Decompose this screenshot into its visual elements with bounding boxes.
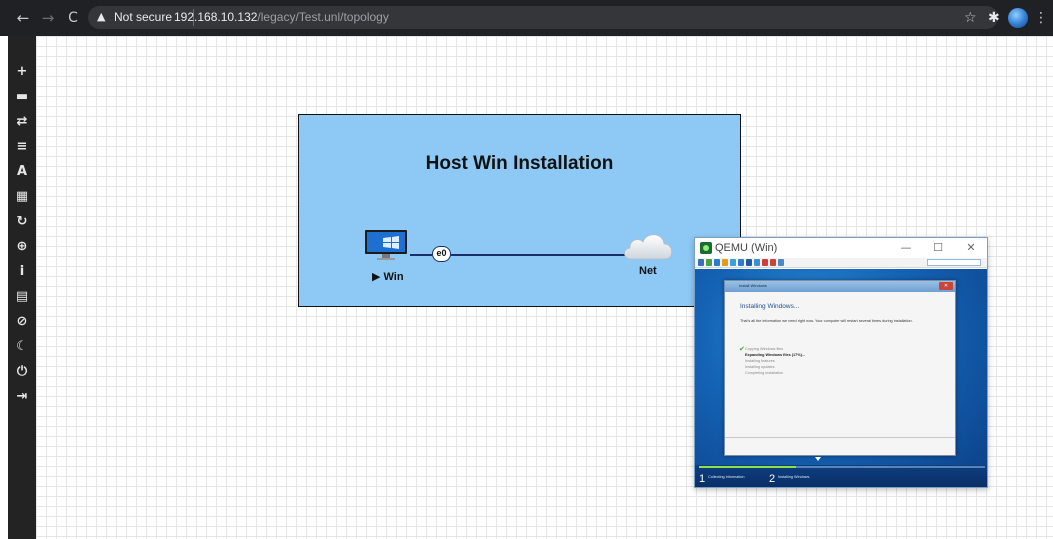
toolbar-icon[interactable] <box>762 259 768 266</box>
phase-number: 2 <box>769 473 776 485</box>
interface-label: e0 <box>432 246 451 262</box>
minimize-icon[interactable]: — <box>898 240 914 256</box>
close-icon[interactable]: ✕ <box>963 240 979 256</box>
reload-icon[interactable]: C <box>64 8 82 28</box>
guest-screen[interactable]: Install Windows ✕ Installing Windows... … <box>695 269 987 487</box>
topology-title: Host Win Installation <box>425 153 614 174</box>
toolbar-icon[interactable] <box>738 259 744 266</box>
lock-icon[interactable]: ⊘ <box>8 312 36 332</box>
toolbar-icon[interactable] <box>722 259 728 266</box>
page-content: + ▬ ⇄ ≡ A ▦ ↻ ⊕ i ▤ ⊘ ☾ ⏻ ⇥ Host Win Ins… <box>0 36 1053 539</box>
zoom-icon[interactable]: ⊕ <box>8 237 36 257</box>
refresh-icon[interactable]: ↻ <box>8 212 36 232</box>
link-line[interactable] <box>451 254 625 256</box>
toolbar-icon[interactable] <box>746 259 752 266</box>
topology-text-box[interactable]: Host Win Installation <box>298 114 741 307</box>
url-text[interactable]: 192.168.10.132/legacy/Test.unl/topology <box>174 10 389 25</box>
setup-step: Completing installation <box>745 371 784 375</box>
add-object-icon[interactable]: + <box>8 62 36 82</box>
windows-monitor-icon[interactable] <box>363 229 409 261</box>
toolbar-icon[interactable] <box>730 259 736 266</box>
setup-phase-bar: 1 Collecting information 2 Installing Wi… <box>695 465 987 487</box>
notes-icon[interactable]: ▤ <box>8 287 36 307</box>
url-host: 192.168.10.132 <box>174 10 258 24</box>
url-path: /legacy/Test.unl/topology <box>257 10 389 24</box>
maximize-icon[interactable]: ☐ <box>930 240 946 256</box>
phase-progress-fill <box>699 466 797 468</box>
node-label-win[interactable]: ▶ Win <box>372 270 404 283</box>
qemu-titlebar[interactable]: QEMU (Win) — ☐ ✕ <box>695 238 987 258</box>
qemu-app-icon <box>700 242 712 254</box>
phase-progress-bar <box>699 466 985 468</box>
setup-titlebar: Install Windows ✕ <box>725 281 955 292</box>
tool-sidebar: + ▬ ⇄ ≡ A ▦ ↻ ⊕ i ▤ ⊘ ☾ ⏻ ⇥ <box>8 36 36 539</box>
toolbar-icon[interactable] <box>706 259 712 266</box>
phase-label: Installing Windows <box>778 475 810 479</box>
star-icon[interactable]: ☆ <box>964 8 980 28</box>
setup-window-title: Install Windows <box>739 283 767 288</box>
kebab-menu-icon[interactable]: ⋮ <box>1034 8 1048 28</box>
security-indicator[interactable]: Not secure <box>114 10 172 25</box>
setup-step: Copying Windows files <box>745 347 784 351</box>
nodes-icon[interactable]: ▬ <box>8 87 36 107</box>
cloud-network-icon[interactable] <box>621 229 675 263</box>
networks-icon[interactable]: ⇄ <box>8 112 36 132</box>
setup-heading: Installing Windows... <box>740 303 800 310</box>
toolbar-icon[interactable] <box>698 259 704 266</box>
qemu-console-window[interactable]: QEMU (Win) — ☐ ✕ Install Windows ✕ Insta… <box>694 237 988 488</box>
toolbar-icon[interactable] <box>754 259 760 266</box>
close-icon[interactable]: ✕ <box>939 282 953 290</box>
grid-icon[interactable]: ▦ <box>8 187 36 207</box>
phase-label: Collecting information <box>708 475 745 479</box>
toolbar-icon[interactable] <box>770 259 776 266</box>
network-label[interactable]: Net <box>639 265 657 277</box>
startup-configs-icon[interactable]: ≡ <box>8 137 36 157</box>
setup-step: Installing updates <box>745 365 775 369</box>
forward-arrow-icon[interactable]: → <box>39 8 57 28</box>
dark-mode-icon[interactable]: ☾ <box>8 337 36 357</box>
logout-icon[interactable]: ⇥ <box>8 387 36 407</box>
phase-number: 1 <box>699 473 706 485</box>
qemu-window-title: QEMU (Win) <box>715 242 778 254</box>
toolbar-icon[interactable] <box>778 259 784 266</box>
qemu-toolbar-field[interactable] <box>927 259 981 266</box>
qemu-toolbar <box>695 258 987 268</box>
browser-toolbar: ← → C ▲ Not secure 192.168.10.132/legacy… <box>0 0 1053 36</box>
divider <box>725 437 955 438</box>
back-arrow-icon[interactable]: ← <box>14 8 32 28</box>
address-bar[interactable]: ▲ Not secure 192.168.10.132/legacy/Test.… <box>88 6 998 29</box>
setup-description: That's all the information we need right… <box>740 319 913 323</box>
toolbar-icon[interactable] <box>714 259 720 266</box>
power-icon[interactable]: ⏻ <box>8 362 36 382</box>
link-line[interactable] <box>410 254 432 256</box>
check-icon: ✔ <box>739 345 745 353</box>
mouse-cursor-icon <box>815 457 821 461</box>
windows-setup-dialog: Install Windows ✕ Installing Windows... … <box>724 280 956 456</box>
puzzle-extension-icon[interactable]: ✱ <box>988 8 1004 28</box>
profile-avatar[interactable] <box>1008 8 1028 28</box>
setup-step: Installing features <box>745 359 775 363</box>
info-icon[interactable]: i <box>8 262 36 282</box>
text-objects-icon[interactable]: A <box>8 162 36 182</box>
setup-step-current: Expanding Windows files (17%)... <box>745 353 806 357</box>
warning-triangle-icon[interactable]: ▲ <box>97 9 111 25</box>
